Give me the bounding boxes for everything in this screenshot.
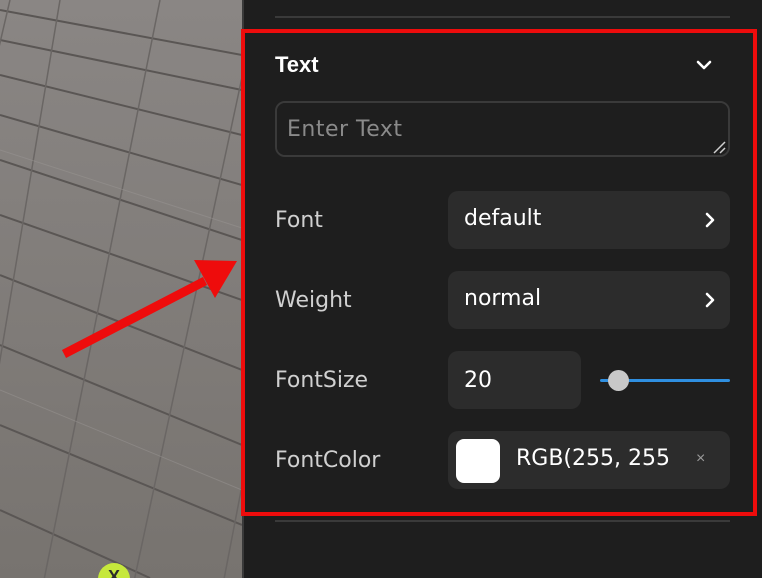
floor-grid bbox=[0, 0, 242, 578]
section-divider-bottom bbox=[275, 520, 730, 522]
section-divider-top bbox=[275, 16, 730, 18]
viewport-3d[interactable]: X bbox=[0, 0, 242, 578]
annotation-highlight-box bbox=[241, 29, 757, 516]
axis-marker-label: X bbox=[107, 567, 120, 578]
